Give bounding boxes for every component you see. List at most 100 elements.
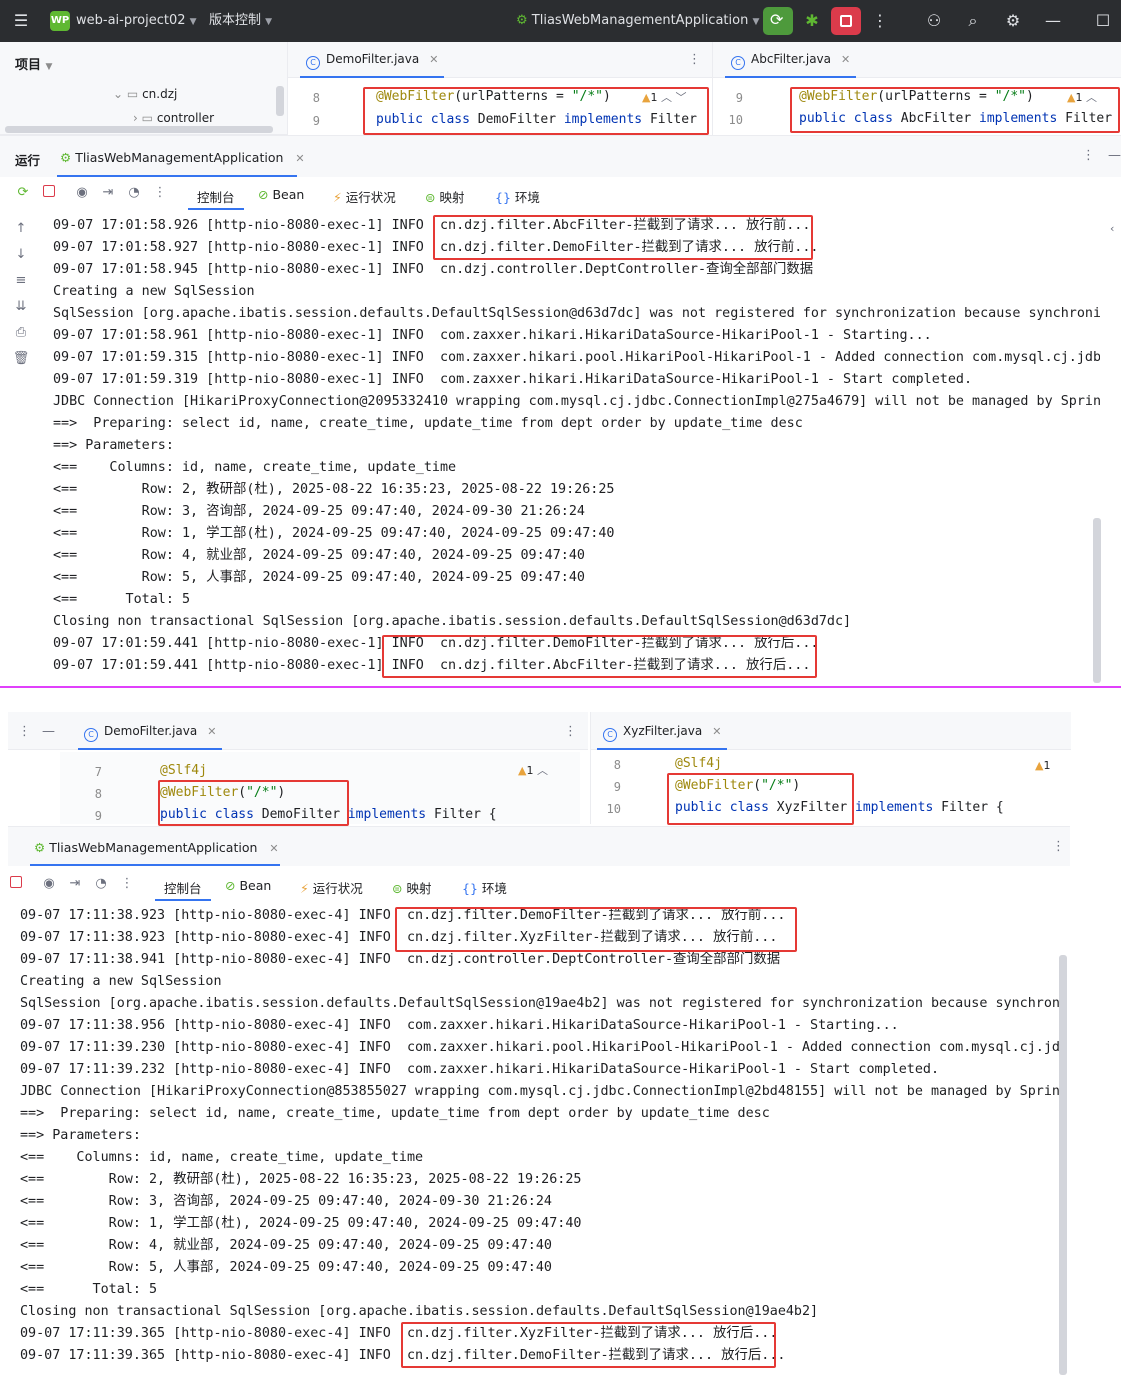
console-side-tools: ↑ ↓ ≡ ⇊ ⎙ 🗑 [0, 211, 42, 685]
tab-bean[interactable]: ⊘ Bean [225, 878, 271, 893]
soft-wrap-icon[interactable]: ≡ [12, 273, 30, 288]
tab-console[interactable]: 控制台 [197, 187, 235, 206]
project-panel-title[interactable]: 项目 ▼ [15, 54, 52, 73]
camera-icon[interactable]: ◉ [73, 185, 91, 200]
more-icon[interactable]: ⋮ [18, 724, 31, 739]
tab-bean[interactable]: ⊘ Bean [258, 187, 304, 202]
more-actions-icon[interactable]: ⋮ [867, 0, 893, 42]
console-line: Closing non transactional SqlSession [or… [53, 614, 852, 629]
warning-indicator[interactable]: ▲1 ︿ [518, 762, 548, 778]
stop-icon[interactable] [7, 876, 25, 892]
run-tab[interactable]: ⚙ TliasWebManagementApplication ✕ [60, 150, 305, 165]
scroll-to-end-icon[interactable]: ⇊ [12, 299, 30, 314]
camera-icon[interactable]: ◉ [40, 876, 58, 891]
code-line-class[interactable]: public class DemoFilter implements Filte… [160, 807, 497, 822]
exit-icon[interactable]: ⇥ [66, 876, 84, 891]
close-tab-icon[interactable]: ✕ [269, 842, 278, 855]
code-line-annotation[interactable]: @WebFilter("/*") [675, 778, 800, 793]
more-icon[interactable]: ⋮ [118, 876, 136, 891]
tree-node-package[interactable]: ⌄ ▭ cn.dzj [113, 87, 177, 101]
minimize-icon[interactable]: — [1040, 0, 1066, 42]
tab-label: DemoFilter.java [326, 52, 420, 66]
rerun-button[interactable]: ⟳ [763, 7, 793, 35]
run-config-selector[interactable]: ⚙ TliasWebManagementApplication ▼ [516, 0, 759, 42]
console-line: 09-07 17:01:59.441 [http-nio-8080-exec-1… [53, 636, 819, 651]
stop-icon [840, 15, 852, 27]
code-line-class[interactable]: public class DemoFilter implements Filte… [376, 112, 697, 127]
stop-button[interactable] [831, 7, 861, 35]
code-line-annotation[interactable]: @WebFilter(urlPatterns = "/*") [799, 89, 1034, 104]
tab-xyzfilter[interactable]: C XyzFilter.java ✕ [597, 724, 728, 750]
search-icon[interactable]: ⌕ [960, 0, 986, 42]
tab-mappings[interactable]: ⊜ 映射 [392, 878, 431, 897]
bean-icon: ⊘ [258, 187, 269, 202]
more-icon[interactable]: ⋮ [151, 185, 169, 200]
tab-health[interactable]: ⚡ 运行状况 [333, 187, 396, 206]
stop-icon[interactable] [40, 185, 58, 201]
minimize-panel-icon[interactable]: — [42, 724, 55, 739]
tab-env[interactable]: {} 环境 [495, 187, 540, 206]
gauge-icon[interactable]: ◔ [92, 876, 110, 891]
rerun-icon[interactable]: ⟳ [14, 185, 32, 200]
code-annotation: @WebFilter [160, 785, 239, 800]
vcs-menu[interactable]: 版本控制 ▼ [209, 0, 272, 42]
console-line: JDBC Connection [HikariProxyConnection@2… [53, 394, 1100, 409]
code-line-class[interactable]: public class XyzFilter implements Filter… [675, 800, 1004, 815]
more-icon[interactable]: ⋮ [1082, 148, 1095, 163]
code-line-class[interactable]: public class AbcFilter implements Filter [799, 111, 1112, 126]
scroll-up-icon[interactable]: ↑ [12, 221, 30, 236]
warning-indicator[interactable]: ▲1 ︿ [1067, 89, 1097, 105]
project-h-scrollbar[interactable] [5, 126, 273, 133]
mappings-icon: ⊜ [425, 190, 436, 205]
exit-icon[interactable]: ⇥ [99, 185, 117, 200]
maximize-icon[interactable]: ☐ [1090, 0, 1116, 42]
code-line-slf4j[interactable]: @Slf4j [160, 763, 207, 778]
warning-indicator[interactable]: ▲1 ︿ ﹀ [642, 89, 686, 105]
code-line-annotation[interactable]: @WebFilter(urlPatterns = "/*") [376, 89, 611, 104]
console-line: 09-07 17:01:58.927 [http-nio-8080-exec-1… [53, 240, 819, 255]
console-scrollbar[interactable] [1093, 518, 1101, 683]
settings-gear-icon[interactable]: ⚙ [1000, 0, 1026, 42]
code-line-annotation[interactable]: @WebFilter("/*") [160, 785, 285, 800]
project-switcher[interactable]: web-ai-project02 ▼ [76, 0, 197, 42]
tab-env[interactable]: {} 环境 [462, 878, 507, 897]
line-number: 8 [94, 787, 102, 801]
project-scrollbar[interactable] [276, 86, 284, 116]
tab-console[interactable]: 控制台 [164, 878, 202, 897]
warning-indicator[interactable]: ▲1 [1035, 759, 1050, 772]
code-keyword: implements [347, 807, 427, 822]
code-line-slf4j[interactable]: @Slf4j [675, 756, 722, 771]
tab-abcfilter[interactable]: C AbcFilter.java ✕ [725, 52, 857, 78]
console-output[interactable]: 09-07 17:01:58.926 [http-nio-8080-exec-1… [53, 215, 1100, 685]
close-tab-icon[interactable]: ✕ [295, 152, 304, 165]
console-line: <== Row: 3, 咨询部, 2024-09-25 09:47:40, 20… [20, 1194, 552, 1209]
clear-icon[interactable]: 🗑 [12, 351, 30, 366]
main-menu-icon[interactable]: ☰ [8, 0, 34, 42]
more-icon[interactable]: ⋮ [688, 52, 701, 67]
close-tab-icon[interactable]: ✕ [429, 53, 438, 66]
tab-demofilter[interactable]: C DemoFilter.java ✕ [300, 52, 445, 78]
console-scrollbar[interactable] [1059, 955, 1067, 1375]
close-tab-icon[interactable]: ✕ [712, 725, 721, 738]
collapse-side-icon[interactable]: ‹ [1110, 222, 1114, 235]
close-tab-icon[interactable]: ✕ [841, 53, 850, 66]
more-icon[interactable]: ⋮ [564, 724, 577, 739]
scroll-down-icon[interactable]: ↓ [12, 247, 30, 262]
tab-mappings[interactable]: ⊜ 映射 [425, 187, 464, 206]
console-output[interactable]: 09-07 17:11:38.923 [http-nio-8080-exec-4… [20, 905, 1066, 1377]
add-user-icon[interactable]: ⚇ [921, 0, 947, 42]
chevron-down-icon: ▼ [189, 17, 197, 27]
debug-icon[interactable]: ✱ [799, 0, 825, 42]
tab-health[interactable]: ⚡ 运行状况 [300, 878, 363, 897]
code-classname: XyzFilter [768, 800, 856, 815]
tree-node-controller[interactable]: › ▭ controller [133, 111, 214, 125]
run-tab[interactable]: ⚙ TliasWebManagementApplication ✕ [34, 840, 279, 855]
tab-demofilter[interactable]: C DemoFilter.java ✕ [78, 724, 223, 750]
code-keyword: public class [160, 807, 254, 822]
more-icon[interactable]: ⋮ [1052, 839, 1065, 854]
tab-console-label: 控制台 [164, 881, 202, 896]
close-tab-icon[interactable]: ✕ [207, 725, 216, 738]
minimize-panel-icon[interactable]: — [1108, 148, 1121, 163]
print-icon[interactable]: ⎙ [12, 325, 30, 340]
gauge-icon[interactable]: ◔ [125, 185, 143, 200]
